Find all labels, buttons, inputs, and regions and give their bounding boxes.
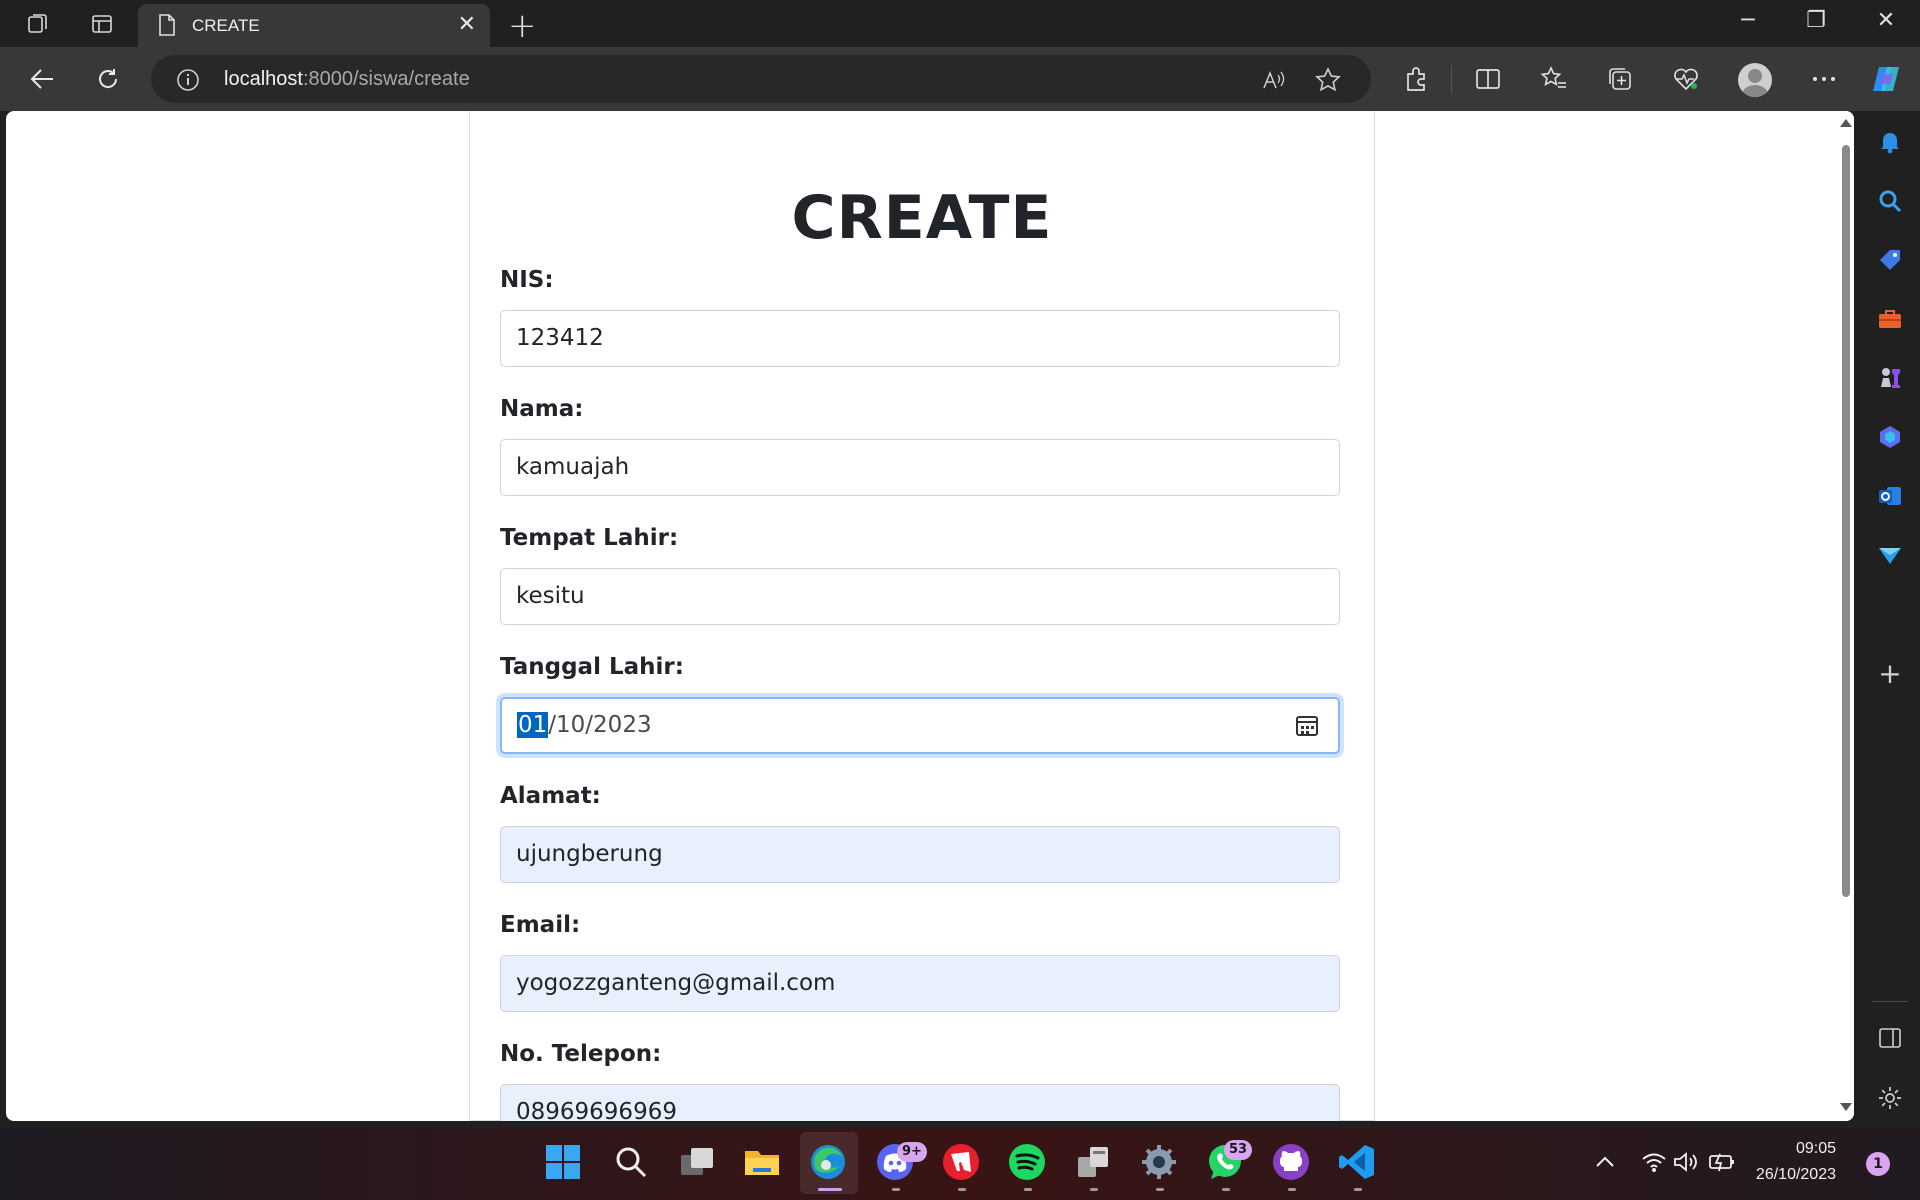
new-tab-button[interactable]: + <box>508 6 537 46</box>
split-screen-icon[interactable] <box>1470 61 1506 97</box>
settings-running-dot <box>1156 1188 1164 1191</box>
site-info-icon[interactable] <box>173 65 203 95</box>
tab-title: CREATE <box>192 16 260 35</box>
sidebar-divider <box>1872 1001 1908 1002</box>
scroll-up-arrow-icon[interactable] <box>1840 119 1852 127</box>
send-drop-icon[interactable] <box>1875 540 1905 570</box>
taskbar-search-icon[interactable] <box>611 1142 651 1182</box>
whatsapp-notification-badge: 53 <box>1224 1140 1253 1160</box>
nis-label: NIS: <box>500 267 554 293</box>
page-viewport: CREATE NIS: 123412 Nama: kamuajah Tempat… <box>6 111 1854 1121</box>
date-month-year[interactable]: /10/2023 <box>548 712 651 738</box>
start-windows-icon[interactable] <box>543 1142 583 1182</box>
games-chess-icon[interactable] <box>1875 363 1905 393</box>
clock-time[interactable]: 09:05 <box>1740 1140 1836 1158</box>
vscode-running-dot <box>1354 1188 1362 1191</box>
minimize-button[interactable]: ─ <box>1728 8 1768 33</box>
extensions-icon[interactable] <box>1398 61 1434 97</box>
url-host: localhost <box>224 68 303 90</box>
battery-charging-icon[interactable] <box>1702 1142 1742 1182</box>
bell-icon[interactable] <box>1875 127 1905 157</box>
address-bar[interactable]: localhost:8000/siswa/create <box>151 55 1371 103</box>
email-label: Email: <box>500 912 581 938</box>
url-path: :8000/siswa/create <box>302 68 470 90</box>
close-window-button[interactable]: ✕ <box>1866 8 1906 33</box>
browser-essentials-icon[interactable] <box>1668 61 1704 97</box>
discord-running-dot <box>892 1188 900 1191</box>
add-sidebar-app-icon[interactable]: + <box>1875 657 1905 690</box>
file-explorer-icon[interactable] <box>742 1142 782 1182</box>
copilot-icon[interactable] <box>1868 61 1904 97</box>
network-tool-icon[interactable] <box>1073 1142 1113 1182</box>
favorite-star-icon[interactable] <box>1313 65 1343 95</box>
microsoft-365-icon[interactable] <box>1875 422 1905 452</box>
github-desktop-icon[interactable] <box>1271 1142 1311 1182</box>
tab-close-icon[interactable]: ✕ <box>458 12 476 37</box>
volume-icon[interactable] <box>1666 1142 1706 1182</box>
browser-toolbar: localhost:8000/siswa/create <box>0 47 1920 111</box>
create-form-card: CREATE NIS: 123412 Nama: kamuajah Tempat… <box>469 111 1375 1121</box>
page-title: CREATE <box>791 183 1053 253</box>
outlook-icon[interactable] <box>1875 481 1905 511</box>
task-view-icon[interactable] <box>677 1142 717 1182</box>
telepon-label: No. Telepon: <box>500 1041 662 1067</box>
profile-avatar[interactable] <box>1738 63 1772 97</box>
scroll-down-arrow-icon[interactable] <box>1840 1103 1852 1111</box>
riot-running-dot <box>958 1188 966 1191</box>
more-options-icon[interactable] <box>1806 61 1842 97</box>
alamat-label: Alamat: <box>500 783 601 809</box>
red-app-icon[interactable] <box>1875 599 1905 629</box>
search-icon[interactable] <box>1875 186 1905 216</box>
notification-center-count[interactable]: 1 <box>1866 1152 1890 1176</box>
discord-notification-badge: 9+ <box>897 1142 927 1162</box>
nama-input[interactable]: kamuajah <box>500 439 1340 496</box>
scroll-thumb[interactable] <box>1842 145 1850 897</box>
refresh-icon[interactable] <box>90 61 126 97</box>
vscode-icon[interactable] <box>1337 1142 1377 1182</box>
clock-date[interactable]: 26/10/2023 <box>1740 1166 1836 1184</box>
riot-client-icon[interactable] <box>941 1142 981 1182</box>
nama-label: Nama: <box>500 396 584 422</box>
spotify-icon[interactable] <box>1007 1142 1047 1182</box>
email-input[interactable]: yogozzganteng@gmail.com <box>500 955 1340 1012</box>
network-tool-running-dot <box>1090 1188 1098 1191</box>
show-hidden-icons-chevron-icon[interactable] <box>1585 1142 1625 1182</box>
tanggal-lahir-label: Tanggal Lahir: <box>500 654 684 680</box>
spotify-running-dot <box>1024 1188 1032 1191</box>
telepon-input[interactable]: 08969696969 <box>500 1084 1340 1121</box>
back-icon[interactable] <box>24 61 60 97</box>
nis-input[interactable]: 123412 <box>500 310 1340 367</box>
tempat-lahir-label: Tempat Lahir: <box>500 525 679 551</box>
toolbar-divider <box>1451 65 1452 93</box>
favorites-icon[interactable] <box>1536 61 1572 97</box>
github-running-dot <box>1288 1188 1296 1191</box>
browser-titlebar: CREATE ✕ + ─ ❐ ✕ <box>0 0 1920 47</box>
windows-taskbar: 9+ 53 09:05 26/10/2023 1 <box>0 1128 1920 1200</box>
read-aloud-icon[interactable] <box>1259 65 1289 95</box>
whatsapp-running-dot <box>1222 1188 1230 1191</box>
page-file-icon <box>158 14 176 40</box>
shopping-tag-icon[interactable] <box>1875 245 1905 275</box>
edge-sidebar: + <box>1860 111 1920 1121</box>
url-text: localhost:8000/siswa/create <box>224 68 470 91</box>
edge-taskbar-icon[interactable] <box>808 1142 848 1182</box>
restore-button[interactable]: ❐ <box>1796 8 1836 33</box>
windows-settings-icon[interactable] <box>1139 1142 1179 1182</box>
alamat-input[interactable]: ujungberung <box>500 826 1340 883</box>
calendar-icon[interactable] <box>1296 716 1318 736</box>
tab-actions-icon[interactable] <box>88 10 116 38</box>
tab-create[interactable]: CREATE ✕ <box>138 4 490 47</box>
workspaces-icon[interactable] <box>24 10 52 38</box>
settings-gear-icon[interactable] <box>1875 1083 1905 1113</box>
edge-active-indicator <box>818 1188 842 1191</box>
tanggal-lahir-date-input[interactable]: 01/10/2023 <box>500 697 1340 754</box>
tempat-lahir-input[interactable]: kesitu <box>500 568 1340 625</box>
collections-icon[interactable] <box>1602 61 1638 97</box>
tools-briefcase-icon[interactable] <box>1875 304 1905 334</box>
date-day-segment[interactable]: 01 <box>517 712 549 738</box>
page-scrollbar[interactable] <box>1838 111 1854 1121</box>
hide-sidebar-icon[interactable] <box>1875 1023 1905 1053</box>
